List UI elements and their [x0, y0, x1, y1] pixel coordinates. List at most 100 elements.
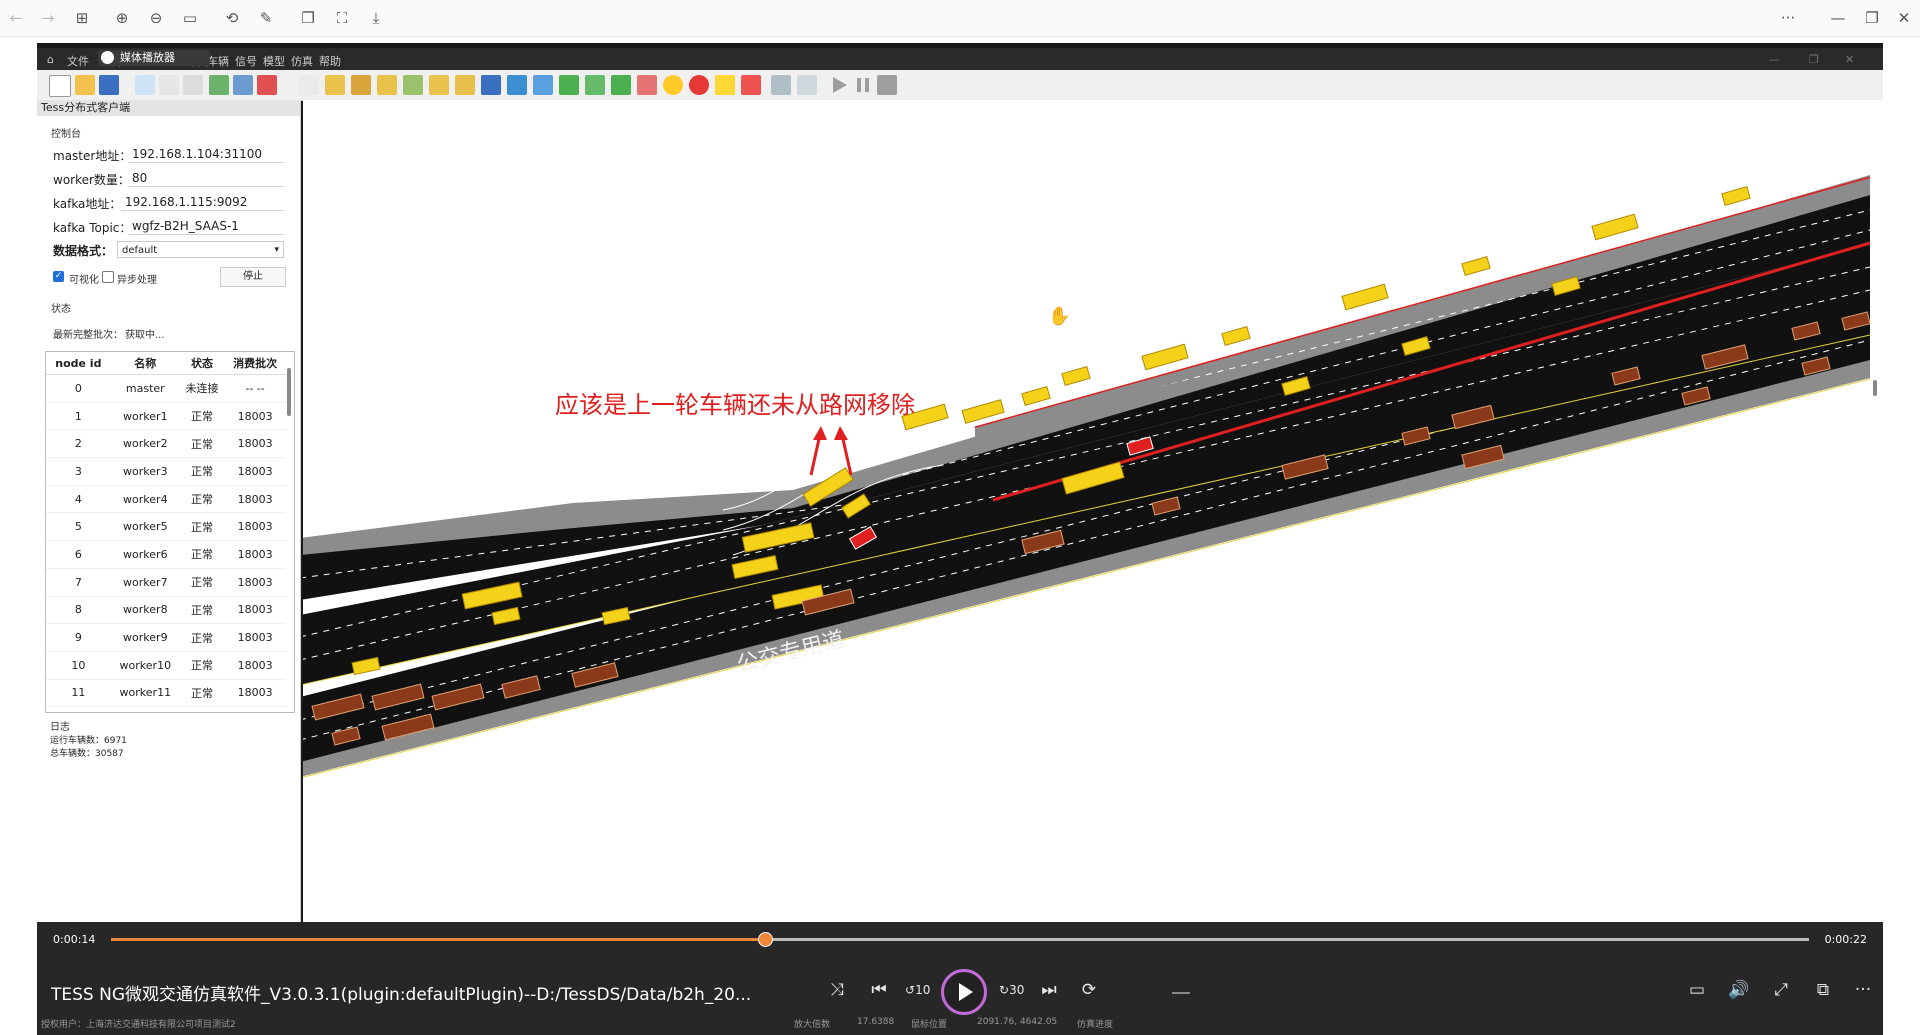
table-row[interactable]: 1 worker1 正常 18003 [46, 402, 286, 431]
run-icon[interactable] [829, 75, 849, 95]
kafka-topic-input[interactable]: wgfz-B2H_SAAS-1 [128, 218, 284, 235]
previous-icon[interactable]: ⏮ [867, 978, 891, 1002]
crop-icon[interactable]: ⛶ [332, 8, 352, 28]
close-icon[interactable]: ✕ [1894, 8, 1914, 28]
scale-icon[interactable] [797, 75, 817, 95]
menu-help[interactable]: 帮助 [319, 53, 341, 69]
repeat-off-icon[interactable]: ⟳ [1077, 978, 1101, 1002]
menu-file[interactable]: 文件 [67, 53, 89, 69]
speed-icon[interactable] [663, 75, 683, 95]
pause-icon[interactable] [853, 75, 873, 95]
menu-vehicle[interactable]: 车辆 [207, 53, 229, 69]
captions-icon[interactable]: ▭ [1685, 978, 1709, 1002]
save-disk-icon[interactable] [99, 75, 119, 95]
menu-signal[interactable]: 信号 [235, 53, 257, 69]
seek-track[interactable] [111, 932, 1809, 947]
table-row[interactable]: 8 worker8 正常 18003 [46, 596, 286, 625]
rotate-icon[interactable]: ⟲ [222, 8, 242, 28]
new-file-icon[interactable] [49, 75, 71, 97]
bus-stop-icon[interactable] [481, 75, 501, 95]
vehicle-input-icon[interactable] [403, 75, 423, 95]
danger-icon[interactable] [741, 75, 761, 95]
zoom-in-icon[interactable]: ⊕ [112, 8, 132, 28]
seek-handle[interactable] [757, 932, 773, 947]
zoom-in-tool-icon[interactable] [209, 75, 229, 95]
table-row[interactable]: 12worker12正常18003 [46, 706, 286, 712]
mini-player-icon[interactable]: ⧉ [1811, 978, 1835, 1002]
stop-sim-icon[interactable] [877, 75, 897, 95]
incident-icon[interactable] [637, 75, 657, 95]
measure-icon[interactable] [183, 75, 203, 95]
open-folder-icon[interactable] [75, 75, 95, 95]
connector-tool-icon[interactable] [351, 75, 371, 95]
menu-simulation[interactable]: 仿真 [291, 53, 313, 69]
col-name[interactable]: 名称 [110, 352, 180, 375]
master-address-input[interactable]: 192.168.1.104:31100 [128, 146, 284, 163]
home-icon[interactable]: ⌂ [47, 53, 54, 66]
more-icon[interactable]: ··· [1778, 8, 1798, 28]
grid-icon[interactable]: ⊞ [72, 8, 92, 28]
signal-light-icon[interactable] [585, 75, 605, 95]
volume-icon[interactable]: 🔊 [1727, 978, 1751, 1002]
bus-line-icon[interactable] [533, 75, 553, 95]
drag-handle[interactable] [1172, 992, 1190, 994]
back-icon[interactable]: ← [6, 8, 26, 28]
data-format-select[interactable]: default ▾ [117, 241, 284, 258]
minimize-icon[interactable]: — [1828, 8, 1848, 28]
forward-icon[interactable]: → [38, 8, 58, 28]
route-tool-icon[interactable] [429, 75, 449, 95]
restore-icon[interactable]: ❐ [1862, 8, 1882, 28]
zoom-out-tool-icon[interactable] [233, 75, 253, 95]
signal-control-icon[interactable] [611, 75, 631, 95]
table-row[interactable]: 2 worker2 正常 18003 [46, 429, 286, 459]
app-minimize-icon[interactable]: — [1769, 53, 1780, 66]
async-checkbox[interactable] [102, 271, 114, 283]
col-node-id[interactable]: node id [46, 352, 111, 375]
play-button[interactable] [941, 969, 987, 1015]
shuffle-icon[interactable]: ⤨ [825, 978, 849, 1002]
worker-count-input[interactable]: 80 [128, 170, 284, 187]
app-restore-icon[interactable]: ❐ [1809, 53, 1819, 66]
simulation-canvas[interactable]: ✋ 应该是上一轮车辆还未从路网移除 公交专用道 [299, 100, 1883, 922]
col-status[interactable]: 状态 [179, 352, 225, 375]
table-row[interactable]: 9 worker9 正常 18003 [46, 623, 286, 652]
fit-icon[interactable]: ▭ [180, 8, 200, 28]
stop-button[interactable]: 停止 [220, 267, 286, 287]
canvas-scrollbar[interactable] [1873, 380, 1877, 396]
table-row[interactable]: 3 worker3 正常 18003 [46, 457, 286, 486]
table-row[interactable]: 11 worker11 正常 18003 [46, 679, 286, 708]
pan-hand-icon[interactable] [135, 75, 155, 95]
fit-view-icon[interactable] [257, 75, 277, 95]
app-close-icon[interactable]: ✕ [1845, 53, 1854, 66]
skip-back-icon[interactable]: ↺10 [905, 978, 930, 1002]
table-scrollbar[interactable] [287, 368, 291, 416]
detector-icon[interactable] [455, 75, 475, 95]
speed-limit-icon[interactable] [689, 75, 709, 95]
more-options-icon[interactable]: ··· [1851, 978, 1875, 1002]
edit-icon[interactable]: ✎ [256, 8, 276, 28]
menu-model[interactable]: 模型 [263, 53, 285, 69]
select-area-icon[interactable] [159, 75, 179, 95]
visualize-checkbox[interactable]: ✓ [53, 271, 64, 282]
table-row[interactable]: 4 worker4 正常 18003 [46, 485, 286, 514]
zoom-out-icon[interactable]: ⊖ [146, 8, 166, 28]
warning-icon[interactable] [715, 75, 735, 95]
table-row[interactable]: 0 master 未连接 -- -- [46, 374, 286, 403]
table-row[interactable]: 6 worker6 正常 18003 [46, 540, 286, 569]
road-tool-icon[interactable] [325, 75, 345, 95]
kafka-address-input[interactable]: 192.168.1.115:9092 [121, 194, 284, 211]
next-icon[interactable]: ⏭ [1037, 978, 1061, 1002]
table-row[interactable]: 10 worker10 正常 18003 [46, 651, 286, 680]
table-row[interactable]: 5 worker5 正常 18003 [46, 512, 286, 542]
bus-icon[interactable] [507, 75, 527, 95]
pointer-icon[interactable] [299, 75, 319, 95]
layers-icon[interactable] [771, 75, 791, 95]
lane-tool-icon[interactable] [377, 75, 397, 95]
table-row[interactable]: 7 worker7 正常 18003 [46, 568, 286, 597]
skip-forward-icon[interactable]: ↻30 [999, 978, 1024, 1002]
save-icon[interactable]: ⤓ [366, 8, 386, 28]
col-batch[interactable]: 消费批次 [224, 352, 286, 375]
copy-icon[interactable]: ❐ [298, 8, 318, 28]
fullscreen-icon[interactable]: ⤢ [1769, 978, 1793, 1002]
parking-icon[interactable] [559, 75, 579, 95]
